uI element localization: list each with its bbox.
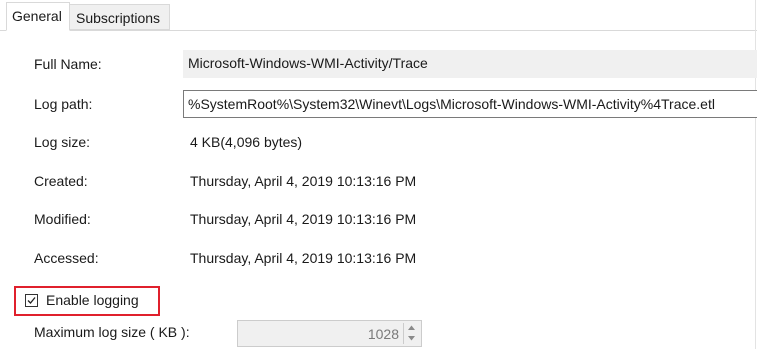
- accessed-label: Accessed:: [34, 250, 99, 266]
- enable-logging-checkbox[interactable]: [25, 294, 38, 307]
- full-name-value: Microsoft-Windows-WMI-Activity/Trace: [188, 55, 428, 71]
- full-name-field: Microsoft-Windows-WMI-Activity/Trace: [183, 50, 757, 78]
- tab-subscriptions-label: Subscriptions: [76, 10, 161, 26]
- spin-up-button[interactable]: [404, 323, 419, 333]
- check-icon: [27, 297, 36, 304]
- arrow-down-icon: [408, 336, 415, 341]
- full-name-label: Full Name:: [34, 56, 102, 72]
- max-log-size-value: 1028: [367, 326, 399, 342]
- modified-label: Modified:: [34, 211, 91, 227]
- accessed-value: Thursday, April 4, 2019 10:13:16 PM: [190, 250, 417, 266]
- max-log-size-stepper[interactable]: 1028: [237, 320, 422, 347]
- tab-general-label: General: [12, 8, 62, 24]
- created-value: Thursday, April 4, 2019 10:13:16 PM: [190, 173, 417, 189]
- tab-subscriptions[interactable]: Subscriptions: [70, 4, 170, 30]
- log-path-value: %SystemRoot%\System32\Winevt\Logs\Micros…: [188, 96, 715, 112]
- log-path-input[interactable]: %SystemRoot%\System32\Winevt\Logs\Micros…: [183, 90, 757, 118]
- log-size-value: 4 KB(4,096 bytes): [190, 134, 303, 150]
- enable-logging-label[interactable]: Enable logging: [46, 292, 139, 308]
- arrow-up-icon: [408, 325, 415, 330]
- tab-divider: [0, 30, 757, 31]
- log-size-label: Log size:: [34, 134, 91, 150]
- created-label: Created:: [34, 173, 88, 189]
- modified-value: Thursday, April 4, 2019 10:13:16 PM: [190, 211, 417, 227]
- spin-down-button[interactable]: [404, 334, 419, 344]
- enable-logging-highlight: Enable logging: [14, 286, 160, 316]
- stepper-buttons: [403, 323, 419, 344]
- log-path-label: Log path:: [34, 96, 93, 112]
- tab-general[interactable]: General: [6, 2, 70, 31]
- tab-strip: General Subscriptions: [0, 0, 757, 31]
- max-log-size-label: Maximum log size ( KB ):: [34, 324, 190, 340]
